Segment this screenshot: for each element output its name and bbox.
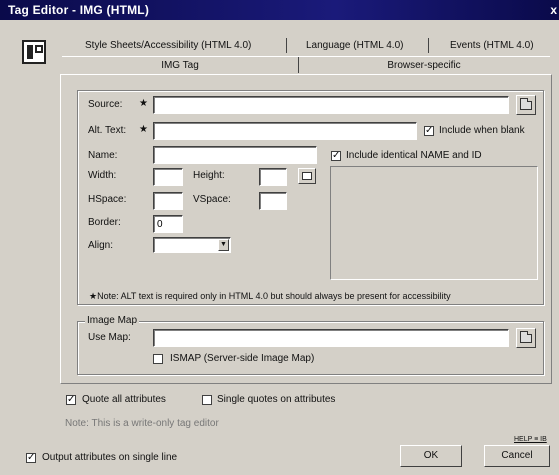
tab-language[interactable]: Language (HTML 4.0) (306, 38, 403, 54)
vspace-label: VSpace: (193, 194, 231, 205)
include-identical-checkbox[interactable]: ✓ (331, 151, 341, 161)
include-identical-label: Include identical NAME and ID (346, 150, 482, 161)
write-only-note: Note: This is a write-only tag editor (65, 418, 219, 429)
tab-events[interactable]: Events (HTML 4.0) (450, 38, 534, 54)
height-label: Height: (193, 170, 225, 181)
required-marker: ★ (139, 98, 148, 109)
close-icon[interactable]: x (550, 3, 557, 17)
tab-img-tag[interactable]: IMG Tag (62, 58, 298, 73)
single-quotes-label: Single quotes on attributes (217, 394, 336, 405)
folder-browse-icon (520, 98, 532, 110)
source-browse-button[interactable] (516, 95, 536, 115)
cancel-button[interactable]: Cancel (484, 445, 550, 467)
align-select[interactable]: ▼ (153, 237, 231, 253)
include-when-blank-label: Include when blank (439, 125, 525, 136)
image-preview (330, 166, 538, 280)
width-field[interactable] (153, 168, 183, 186)
ok-button[interactable]: OK (400, 445, 462, 467)
tab-style-sheets[interactable]: Style Sheets/Accessibility (HTML 4.0) (85, 38, 251, 54)
required-marker: ★ (139, 124, 148, 135)
folder-browse-icon (520, 331, 532, 343)
title-bar[interactable]: Tag Editor - IMG (HTML) x (0, 0, 559, 20)
alt-text-field[interactable] (153, 122, 417, 140)
source-label: Source: (88, 99, 123, 110)
border-label: Border: (88, 217, 121, 228)
tab-divider (298, 57, 299, 73)
use-map-browse-button[interactable] (516, 328, 536, 348)
quote-all-checkbox[interactable]: ✓ (66, 395, 76, 405)
height-field[interactable] (259, 168, 287, 186)
name-field[interactable] (153, 146, 317, 164)
use-map-label: Use Map: (88, 332, 131, 343)
tag-editor-window: Tag Editor - IMG (HTML) x Style Sheets/A… (0, 0, 559, 475)
width-label: Width: (88, 170, 117, 181)
source-field[interactable] (153, 96, 509, 114)
tag-editor-icon (22, 40, 46, 64)
include-when-blank-checkbox[interactable]: ✓ (424, 126, 434, 136)
quote-all-label: Quote all attributes (82, 394, 166, 405)
single-line-checkbox[interactable]: ✓ (26, 453, 36, 463)
tab-browser-specific[interactable]: Browser-specific (300, 58, 548, 73)
window-title: Tag Editor - IMG (HTML) (8, 3, 150, 17)
hspace-label: HSpace: (88, 194, 127, 205)
alt-text-label: Alt. Text: (88, 125, 127, 136)
dropdown-arrow-icon[interactable]: ▼ (218, 239, 229, 251)
image-dimension-icon[interactable] (298, 168, 316, 184)
hspace-field[interactable] (153, 192, 183, 210)
vspace-field[interactable] (259, 192, 287, 210)
single-line-label: Output attributes on single line (42, 452, 178, 463)
tab-divider (428, 38, 429, 53)
image-map-label: Image Map (85, 315, 140, 326)
help-link[interactable]: HELP ≡ IB (514, 436, 547, 443)
ismap-label: ISMAP (Server-side Image Map) (170, 353, 315, 364)
single-quotes-checkbox[interactable] (202, 395, 212, 405)
alt-note: ★Note: ALT text is required only in HTML… (89, 291, 451, 301)
name-label: Name: (88, 150, 118, 161)
border-field[interactable] (153, 215, 183, 233)
ismap-checkbox[interactable] (153, 354, 163, 364)
align-label: Align: (88, 240, 114, 251)
tab-divider (286, 38, 287, 53)
use-map-field[interactable] (153, 329, 509, 347)
